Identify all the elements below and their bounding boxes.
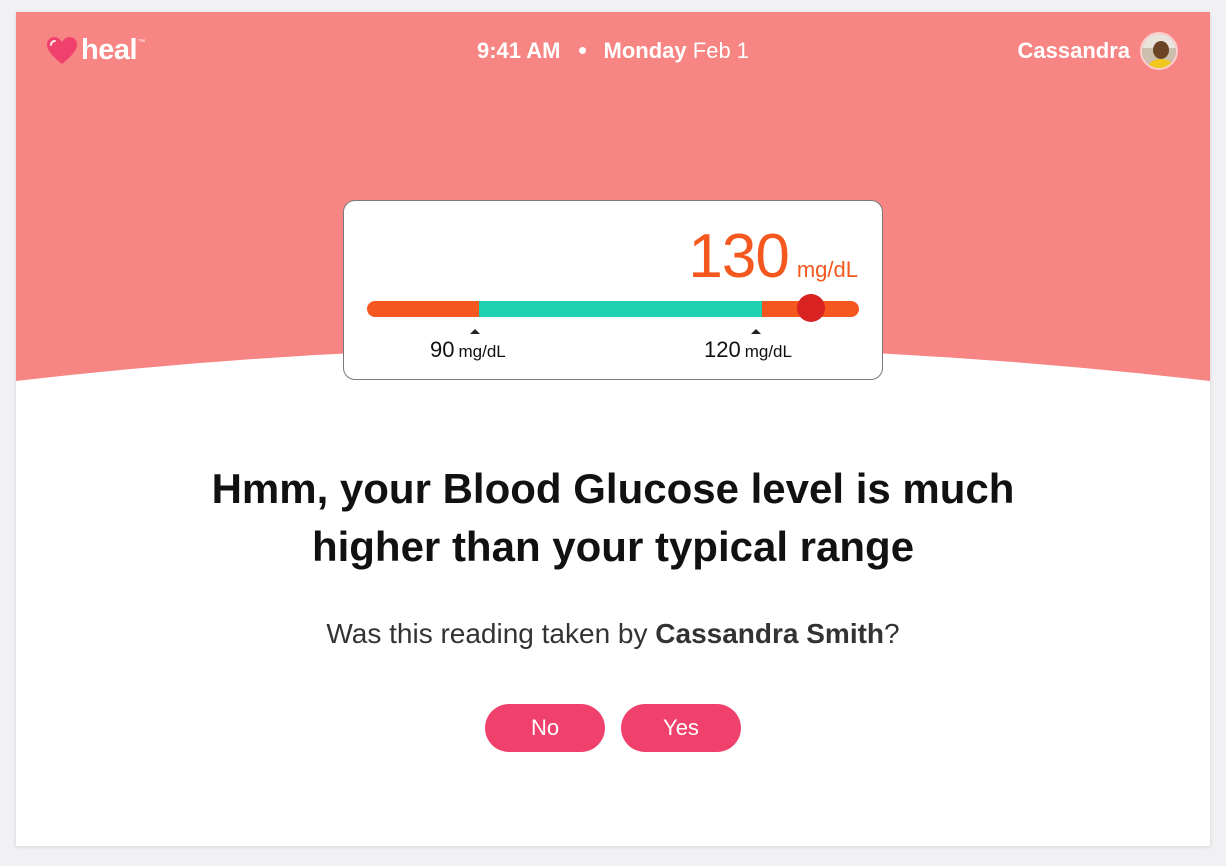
high-threshold-value: 120 [704,337,741,362]
question-suffix: ? [884,618,900,649]
alert-headline: Hmm, your Blood Glucose level is much hi… [16,460,1210,576]
user-profile[interactable]: Cassandra [1017,32,1178,70]
reading-number: 130 [688,222,789,291]
headline-line-1: Hmm, your Blood Glucose level is much [211,465,1015,512]
question-name: Cassandra Smith [655,618,885,649]
high-threshold-tick [751,329,761,334]
no-button[interactable]: No [485,704,605,752]
in-range-segment [479,301,762,317]
low-threshold-value: 90 [430,337,455,362]
yes-button[interactable]: Yes [621,704,741,752]
range-bar [367,294,859,322]
user-name: Cassandra [1017,38,1130,63]
reading-unit: mg/dL [796,257,858,282]
separator-dot [578,47,586,54]
glucose-reading-card: 130 mg/dL 90 mg/dL 120 mg/dL [343,200,883,380]
user-avatar-icon [1142,34,1176,68]
reading-marker [797,294,825,322]
app-screen: heal ™ 9:41 AM Monday Feb 1 Cassandra 130… [16,12,1210,846]
low-threshold-unit: mg/dL [458,342,506,361]
reading-value: 130 mg/dL [688,221,858,292]
question-prefix: Was this reading taken by [326,618,656,649]
day-text: Monday [603,38,687,63]
high-threshold-label: 120 mg/dL [704,337,792,363]
headline-line-2: higher than your typical range [311,523,915,570]
top-bar: heal ™ 9:41 AM Monday Feb 1 Cassandra [16,12,1210,92]
date-text: Feb 1 [692,38,750,63]
low-threshold-label: 90 mg/dL [430,337,506,363]
avatar[interactable] [1140,32,1178,70]
confirmation-question: Was this reading taken by Cassandra Smit… [16,618,1210,650]
below-range-segment [367,301,479,317]
high-threshold-unit: mg/dL [744,342,792,361]
low-threshold-tick [470,329,480,334]
time-text: 9:41 AM [476,38,561,63]
